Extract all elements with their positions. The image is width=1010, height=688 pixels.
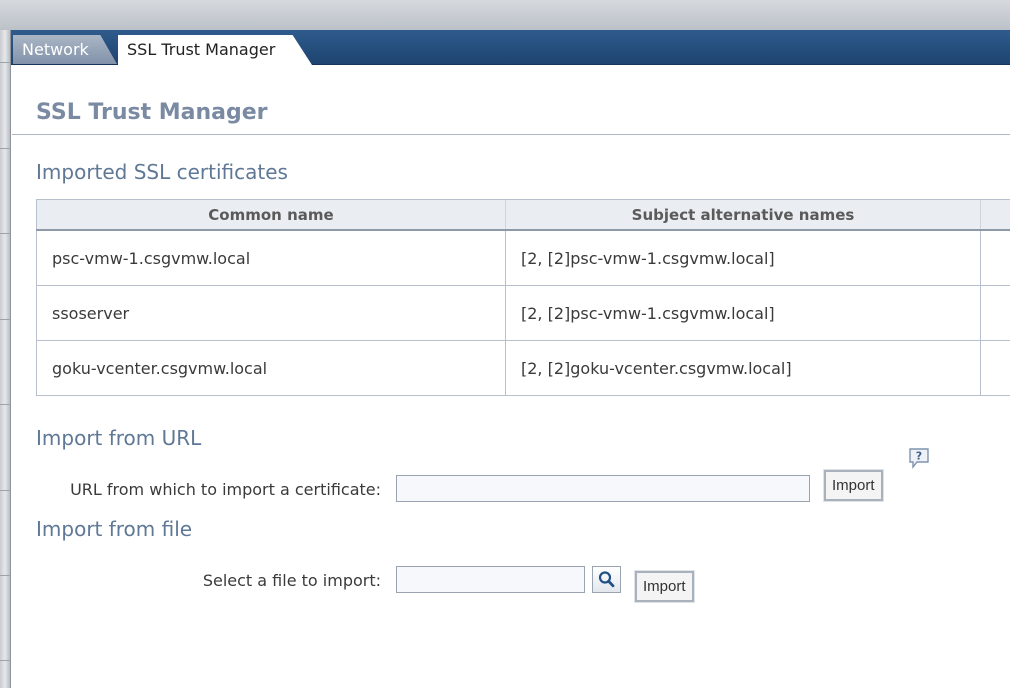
import-url-button[interactable]: Import <box>823 469 884 502</box>
rail-tick <box>0 233 10 234</box>
table-row[interactable]: ssoserver [2, [2]psc-vmw-1.csgvmw.local] <box>36 285 1010 341</box>
page-title: SSL Trust Manager <box>36 100 268 125</box>
file-field-label: Select a file to import: <box>202 571 381 590</box>
column-header-subject-alt-names[interactable]: Subject alternative names <box>505 199 981 231</box>
magnifier-icon <box>598 571 615 588</box>
cell-subject-alt-names: [2, [2]psc-vmw-1.csgvmw.local] <box>505 230 981 286</box>
cell-common-name: ssoserver <box>36 285 506 341</box>
rail-tick <box>0 490 10 491</box>
tab-network[interactable]: Network <box>13 35 117 64</box>
rail-tick <box>0 404 10 405</box>
import-from-url-heading: Import from URL <box>36 426 202 450</box>
table-row[interactable]: psc-vmw-1.csgvmw.local [2, [2]psc-vmw-1.… <box>36 230 1010 286</box>
rail-tick <box>0 575 10 576</box>
url-field-label: URL from which to import a certificate: <box>70 480 381 499</box>
table-header-row: Common name Subject alternative names <box>36 199 1010 231</box>
certificates-table: Common name Subject alternative names ps… <box>36 199 1010 396</box>
table-row[interactable]: goku-vcenter.csgvmw.local [2, [2]goku-vc… <box>36 340 1010 396</box>
help-question-icon[interactable]: ? <box>908 447 930 469</box>
title-divider <box>12 134 1010 135</box>
rail-tick <box>0 660 10 661</box>
column-header-extra <box>980 199 1010 231</box>
cell-subject-alt-names: [2, [2]goku-vcenter.csgvmw.local] <box>505 340 981 396</box>
imported-certificates-heading: Imported SSL certificates <box>36 160 288 184</box>
window-top-strip <box>0 0 1010 31</box>
cell-extra <box>980 340 1010 396</box>
import-from-file-heading: Import from file <box>36 517 193 541</box>
tab-ssl-trust-manager[interactable]: SSL Trust Manager <box>118 35 312 65</box>
cell-common-name: goku-vcenter.csgvmw.local <box>36 340 506 396</box>
cell-extra <box>980 230 1010 286</box>
url-input[interactable] <box>396 475 810 502</box>
rail-tick <box>0 62 10 63</box>
svg-text:?: ? <box>916 450 922 463</box>
tab-bar: Network SSL Trust Manager <box>11 30 1010 65</box>
cell-common-name: psc-vmw-1.csgvmw.local <box>36 230 506 286</box>
column-header-common-name[interactable]: Common name <box>36 199 506 231</box>
cell-extra <box>980 285 1010 341</box>
cell-subject-alt-names: [2, [2]psc-vmw-1.csgvmw.local] <box>505 285 981 341</box>
rail-tick <box>0 148 10 149</box>
left-frame-rail <box>0 30 11 688</box>
rail-tick <box>0 319 10 320</box>
browse-file-button[interactable] <box>592 566 621 593</box>
file-path-input[interactable] <box>396 566 585 593</box>
import-file-button[interactable]: Import <box>634 570 695 603</box>
